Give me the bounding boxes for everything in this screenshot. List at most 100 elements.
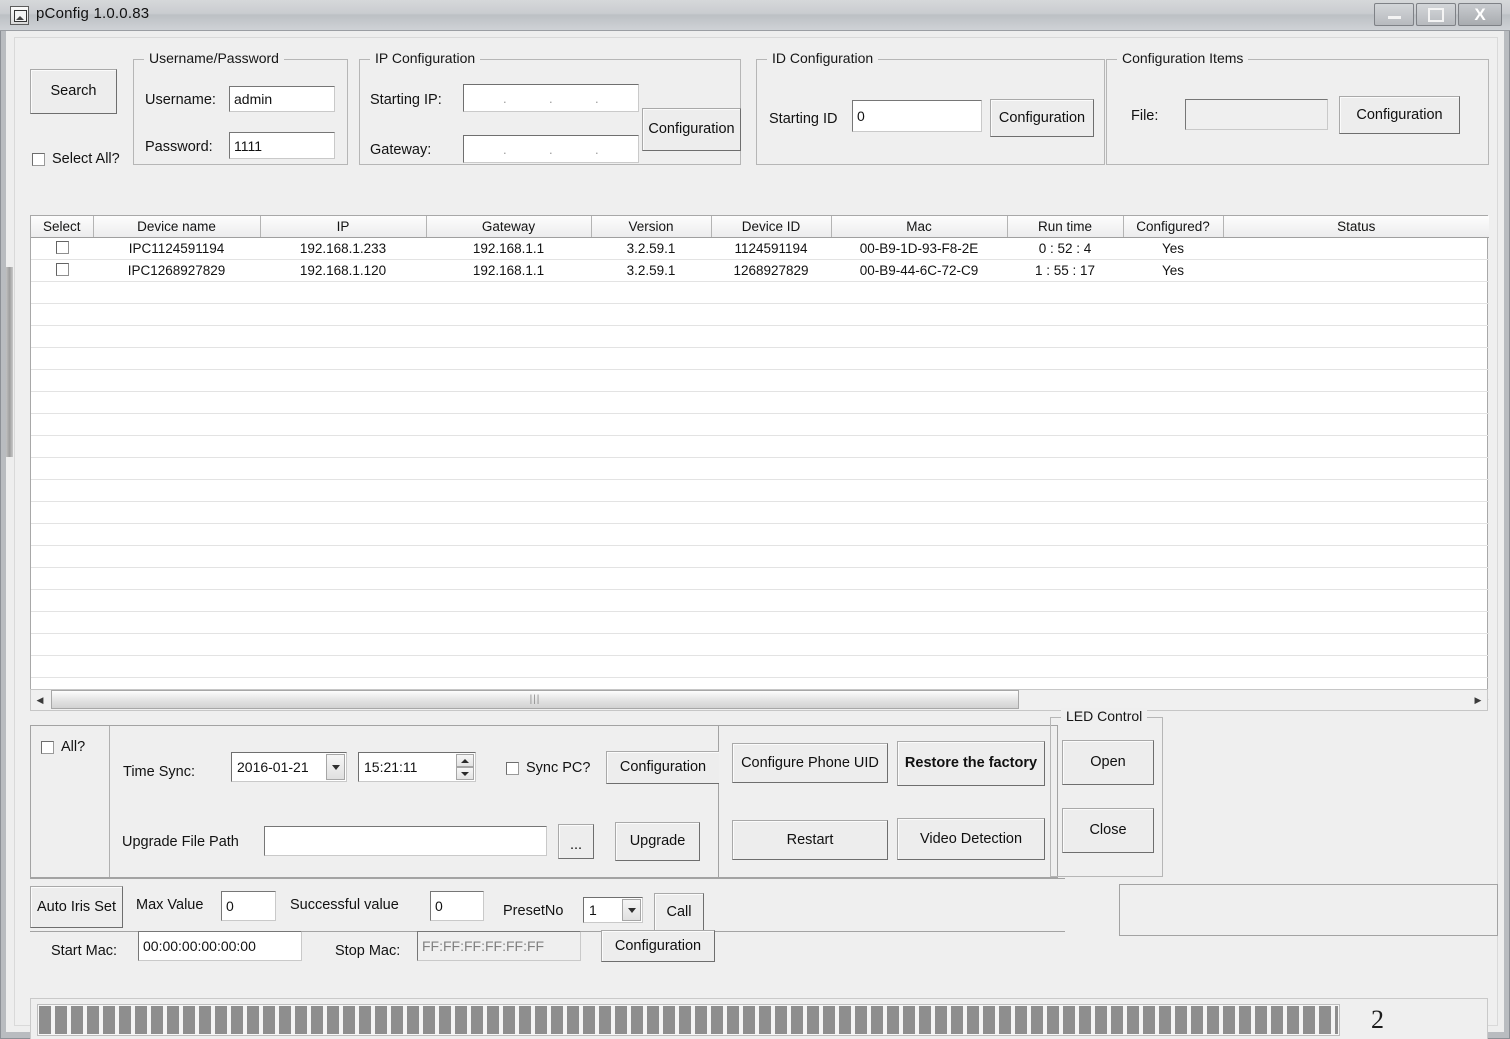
time-spinner[interactable] [456,754,474,780]
window-title: pConfig 1.0.0.83 [36,5,150,22]
upgrade-button[interactable]: Upgrade [615,822,700,861]
cell-empty [711,589,831,612]
call-button[interactable]: Call [654,893,704,931]
row-select-cell[interactable] [31,237,93,260]
configure-phone-uid-button[interactable]: Configure Phone UID [732,743,888,783]
table-row-empty[interactable] [31,479,1489,502]
cell-status [1223,259,1489,282]
gateway-dot-1: . [502,141,508,157]
table-row-empty[interactable] [31,369,1489,392]
led-open-button[interactable]: Open [1062,740,1154,785]
column-header-run-time[interactable]: Run time [1007,216,1124,238]
stop-mac-input[interactable]: FF:FF:FF:FF:FF:FF [417,931,581,961]
cell-empty [1007,567,1123,590]
column-header-device-name[interactable]: Device name [93,216,261,238]
all-checkbox-box [41,740,54,754]
chevron-down-icon[interactable] [326,754,345,780]
cell-empty [93,391,260,414]
led-close-button[interactable]: Close [1062,808,1154,853]
starting-id-input[interactable]: 0 [852,100,982,132]
file-input[interactable] [1185,99,1328,130]
cell-empty [426,479,591,502]
cell-empty [591,611,711,634]
table-row-empty[interactable] [31,655,1489,678]
restart-button[interactable]: Restart [732,820,888,860]
cell-empty [711,347,831,370]
led-control-group-title: LED Control [1061,708,1148,724]
table-row-empty[interactable] [31,303,1489,326]
time-spinbox[interactable]: 15:21:11 [358,752,476,782]
username-input[interactable]: admin [229,86,335,112]
column-header-gateway[interactable]: Gateway [426,216,592,238]
table-row-empty[interactable] [31,281,1489,304]
column-header-select[interactable]: Select [31,216,94,238]
maximize-button[interactable] [1416,3,1456,26]
ip-configuration-button[interactable]: Configuration [642,108,741,151]
table-row-empty[interactable] [31,545,1489,568]
table-row-empty[interactable] [31,457,1489,480]
minimize-button[interactable] [1374,3,1414,26]
upgrade-path-input[interactable] [264,826,547,856]
all-checkbox[interactable]: All? [41,739,85,755]
password-input[interactable]: 1111 [229,132,335,159]
row-select-cell[interactable] [31,259,93,282]
preset-chevron-down-icon[interactable] [622,899,641,921]
column-header-status[interactable]: Status [1223,216,1489,238]
date-combobox[interactable]: 2016-01-21 [231,752,347,782]
cell-empty [1223,369,1489,392]
scroll-left-arrow-icon[interactable]: ◀ [31,690,49,710]
column-header-ip[interactable]: IP [260,216,427,238]
start-mac-input[interactable]: 00:00:00:00:00:00 [138,931,302,961]
successful-value-input[interactable]: 0 [430,891,484,921]
cell-empty [31,303,93,326]
spinner-down-icon[interactable] [456,767,474,780]
search-button[interactable]: Search [30,69,117,114]
cell-empty [1223,501,1489,524]
table-row-empty[interactable] [31,347,1489,370]
column-header-device-id[interactable]: Device ID [711,216,832,238]
auto-iris-set-button[interactable]: Auto Iris Set [30,886,123,928]
scrollbar-track[interactable]: ||| [49,690,1469,710]
device-table-header-row: Select Device name IP Gateway Version De… [31,216,1489,238]
table-row[interactable]: IPC1268927829 192.168.1.120 192.168.1.1 3.2… [31,259,1489,282]
table-row-empty[interactable] [31,501,1489,524]
max-value-input[interactable]: 0 [221,891,276,921]
close-button[interactable]: X [1458,3,1502,26]
table-row-empty[interactable] [31,589,1489,612]
progress-bar-fill [39,1006,1338,1034]
table-row-empty[interactable] [31,413,1489,436]
scrollbar-thumb[interactable]: ||| [51,690,1019,709]
starting-ip-input[interactable]: . . . [463,84,639,112]
table-row-empty[interactable] [31,391,1489,414]
cell-empty [1007,325,1123,348]
mac-configuration-button[interactable]: Configuration [601,930,715,962]
window-vertical-scrollbar[interactable] [6,267,13,457]
cell-empty [711,501,831,524]
select-all-checkbox[interactable]: Select All? [32,151,120,167]
table-row-empty[interactable] [31,633,1489,656]
gateway-input[interactable]: . . . [463,135,639,163]
preset-no-combobox[interactable]: 1 [583,897,643,923]
configuration-items-button[interactable]: Configuration [1339,96,1460,134]
table-row-empty[interactable] [31,325,1489,348]
table-row-empty[interactable] [31,567,1489,590]
column-header-configured[interactable]: Configured? [1123,216,1224,238]
time-configuration-button[interactable]: Configuration [606,751,720,784]
sync-pc-checkbox[interactable]: Sync PC? [506,760,590,776]
table-row-empty[interactable] [31,611,1489,634]
scroll-right-arrow-icon[interactable]: ▶ [1469,690,1487,710]
spinner-up-icon[interactable] [456,754,474,767]
restore-factory-button[interactable]: Restore the factory [897,741,1045,786]
row-checkbox[interactable] [55,240,69,254]
column-header-version[interactable]: Version [591,216,712,238]
table-row-empty[interactable] [31,523,1489,546]
video-detection-button[interactable]: Video Detection [897,818,1045,860]
device-table-hscrollbar[interactable]: ◀ ||| ▶ [30,689,1488,711]
browse-button[interactable]: ... [558,824,594,859]
row-checkbox[interactable] [55,262,69,276]
table-row[interactable]: IPC1124591194 192.168.1.233 192.168.1.1 3.2… [31,237,1489,260]
column-header-mac[interactable]: Mac [831,216,1008,238]
table-row-empty[interactable] [31,435,1489,458]
time-value: 15:21:11 [364,759,418,775]
id-configuration-button[interactable]: Configuration [990,99,1094,137]
